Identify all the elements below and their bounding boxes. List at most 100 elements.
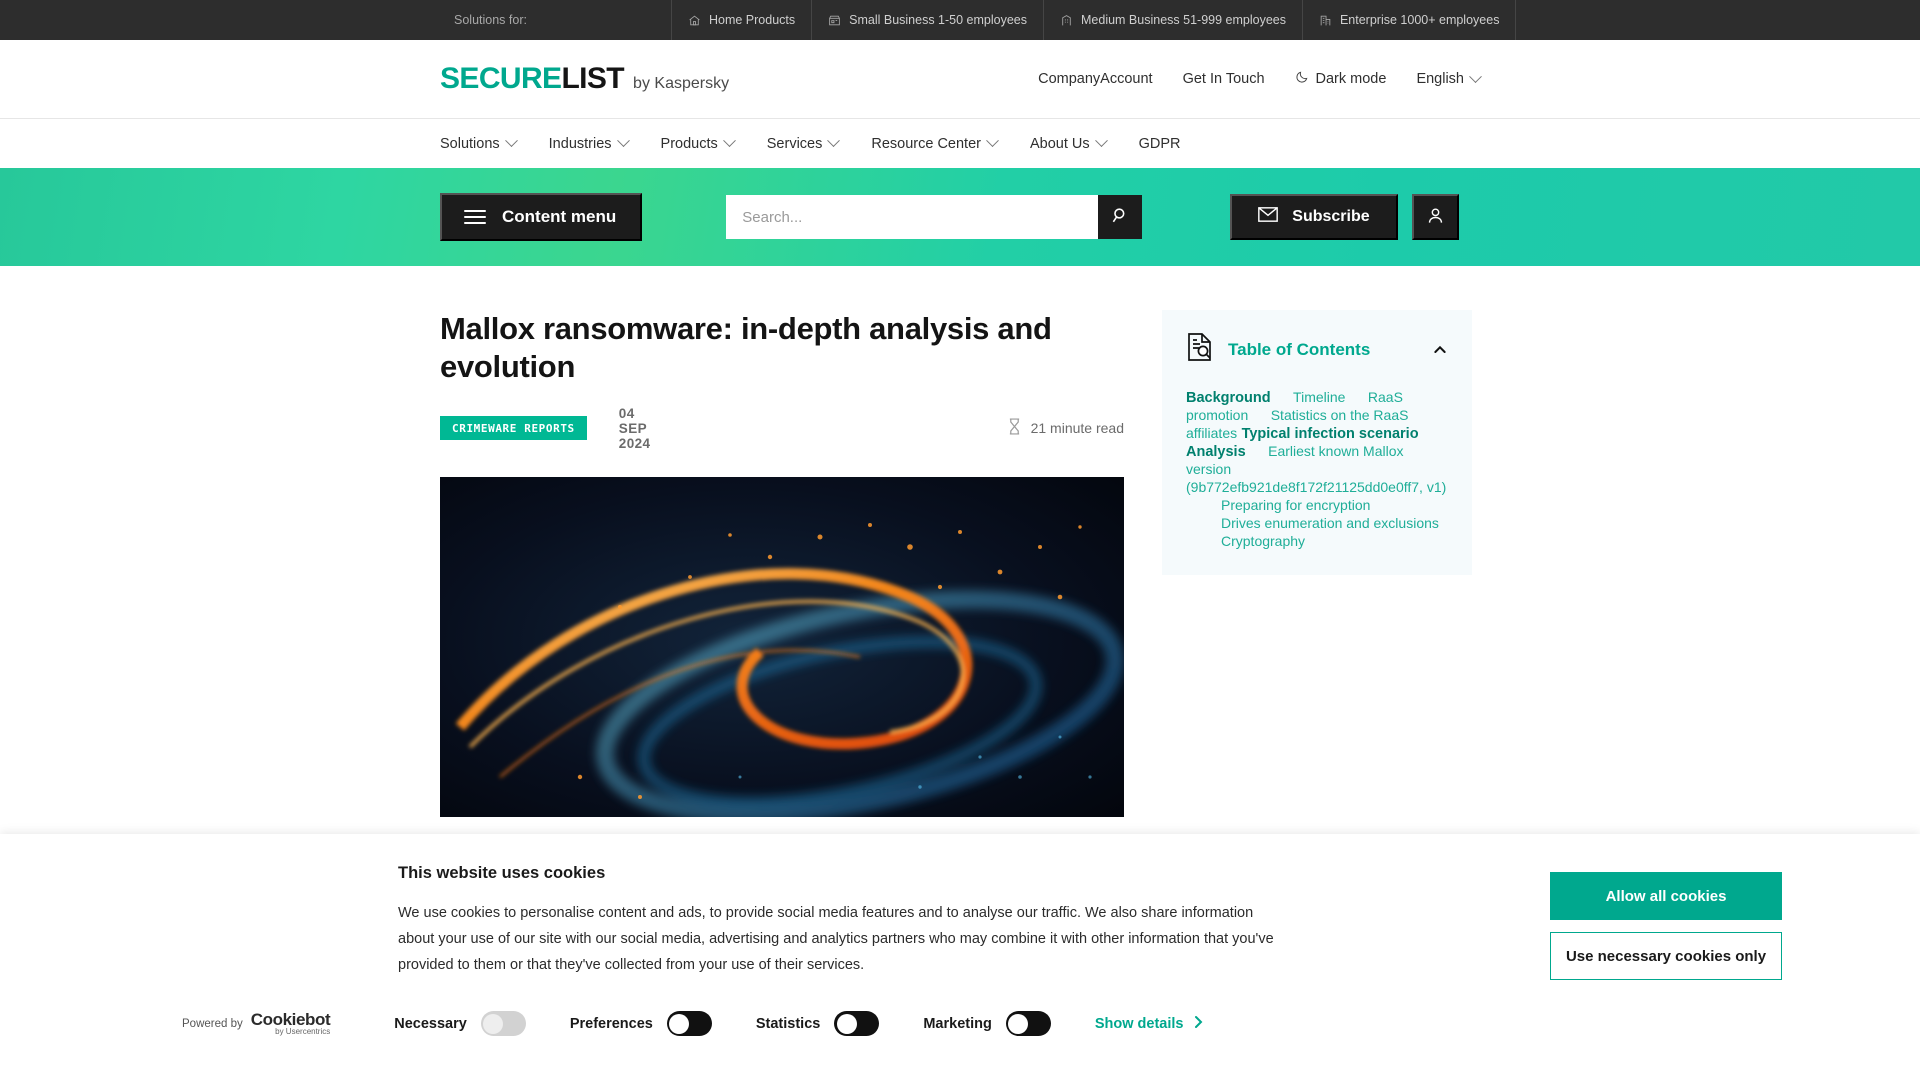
toc-header[interactable]: Table of Contents [1186, 332, 1448, 367]
nav-item-gdpr[interactable]: GDPR [1139, 136, 1181, 152]
nav-item-industries[interactable]: Industries [549, 134, 630, 152]
topbar-item-label: Home Products [708, 13, 796, 27]
language-selector[interactable]: English [1416, 69, 1482, 87]
nav-item-solutions[interactable]: Solutions [440, 134, 518, 152]
cookiebot-subtitle: by Usercentrics [275, 1027, 331, 1036]
dark-mode-toggle[interactable]: Dark mode [1295, 70, 1386, 88]
hero-artwork [440, 476, 1124, 817]
topbar-item-medium-business[interactable]: Medium Business 51-999 employees [1043, 0, 1302, 40]
chevron-down-icon [504, 134, 518, 148]
chevron-down-icon [616, 134, 630, 148]
enterprise-building-icon [1319, 14, 1332, 27]
securelist-logo[interactable]: SECURELIST by Kaspersky [440, 62, 729, 96]
cookie-toggle-necessary: Necessary [394, 1011, 526, 1036]
hourglass-icon [1008, 418, 1021, 438]
topbar-item-enterprise[interactable]: Enterprise 1000+ employees [1301, 0, 1517, 40]
show-details-label: Show details [1094, 1015, 1184, 1032]
toc-item-typical-infection-scenario[interactable]: Typical infection scenario [1242, 426, 1419, 442]
toc-item-cryptography[interactable]: Cryptography [1186, 533, 1305, 549]
content-menu-label: Content menu [502, 207, 617, 226]
cookie-controls: Powered by Cookiebot by Usercentrics Nec… [182, 1011, 1205, 1036]
main-navigation: Solutions Industries Products Services R… [0, 118, 1920, 168]
nav-item-label: Resource Center [871, 135, 981, 152]
search-input[interactable] [726, 195, 1099, 239]
nav-item-resource-center[interactable]: Resource Center [871, 134, 999, 152]
moon-icon [1295, 70, 1309, 88]
nav-item-services[interactable]: Services [766, 134, 841, 152]
nav-item-label: Products [660, 135, 718, 152]
company-account-link[interactable]: CompanyAccount [1038, 71, 1152, 87]
subscribe-button[interactable]: Subscribe [1230, 194, 1398, 240]
nav-item-label: Services [766, 135, 823, 152]
topbar-item-small-business[interactable]: Small Business 1-50 employees [811, 0, 1043, 40]
chevron-right-icon [1193, 1015, 1205, 1033]
search-toolbar: Content menu Subscribe [0, 168, 1920, 266]
cookie-banner-body: We use cookies to personalise content an… [398, 905, 1274, 973]
toggle-label: Marketing [923, 1015, 992, 1032]
preferences-switch[interactable] [666, 1011, 712, 1036]
nav-item-label: About Us [1029, 135, 1090, 152]
account-button[interactable] [1411, 194, 1459, 240]
logo-primary-text: SECURE [440, 62, 562, 95]
search-form [726, 195, 1143, 239]
chevron-down-icon [827, 134, 841, 148]
solutions-for-label: Solutions for: [454, 13, 527, 27]
cookie-toggle-marketing: Marketing [923, 1011, 1051, 1036]
user-icon [1426, 206, 1445, 228]
chevron-down-icon [986, 134, 999, 148]
toggle-label: Statistics [755, 1015, 821, 1032]
topbar-item-label: Medium Business 51-999 employees [1081, 13, 1286, 27]
chevron-down-icon [1469, 69, 1482, 83]
toc-item-drives-enumeration[interactable]: Drives enumeration and exclusions [1186, 515, 1439, 531]
toggle-label: Preferences [569, 1015, 653, 1032]
cookie-toggle-statistics: Statistics [755, 1011, 880, 1036]
cookie-action-buttons: Allow all cookies Use necessary cookies … [1550, 872, 1782, 980]
nav-item-label: GDPR [1138, 135, 1181, 152]
topbar-item-home-products[interactable]: Home Products [670, 0, 811, 40]
show-details-link[interactable]: Show details [1095, 1015, 1206, 1033]
powered-by-cookiebot: Powered by Cookiebot by Usercentrics [182, 1011, 331, 1036]
search-submit-button[interactable] [1098, 195, 1143, 239]
cookie-toggle-preferences: Preferences [570, 1011, 712, 1036]
language-label: English [1416, 71, 1464, 87]
logo-byline: by Kaspersky [633, 75, 730, 92]
nav-item-products[interactable]: Products [660, 134, 736, 152]
necessary-switch [480, 1011, 526, 1036]
article-meta: CRIMEWARE REPORTS 04 SEP 2024 21 minute … [440, 406, 1124, 451]
hamburger-icon [464, 210, 486, 224]
header-links: CompanyAccount Get In Touch Dark mode En… [1038, 69, 1482, 88]
article-hero-image [440, 476, 1124, 817]
home-icon [688, 14, 701, 27]
cookiebot-logo[interactable]: Cookiebot by Usercentrics [251, 1011, 331, 1036]
topbar-item-label: Enterprise 1000+ employees [1339, 13, 1500, 27]
chevron-down-icon [722, 134, 736, 148]
subscribe-label: Subscribe [1292, 208, 1370, 225]
chevron-up-icon[interactable] [1432, 342, 1448, 358]
use-necessary-cookies-only-button[interactable]: Use necessary cookies only [1550, 932, 1782, 980]
toc-item-preparing-for-encryption[interactable]: Preparing for encryption [1186, 497, 1370, 513]
toc-list: Background Timeline RaaS promotion Stati… [1186, 389, 1448, 551]
site-header: SECURELIST by Kaspersky CompanyAccount G… [0, 40, 1920, 118]
envelope-icon [1258, 207, 1279, 227]
toggle-label: Necessary [394, 1015, 467, 1032]
page-title: Mallox ransomware: in-depth analysis and… [440, 311, 1052, 384]
content-menu-button[interactable]: Content menu [440, 193, 643, 241]
allow-all-cookies-button[interactable]: Allow all cookies [1550, 872, 1782, 920]
statistics-switch[interactable] [834, 1011, 880, 1036]
toc-item-analysis[interactable]: Analysis [1186, 444, 1246, 460]
read-time-label: 21 minute read [1030, 420, 1124, 437]
powered-by-label: Powered by [182, 1017, 243, 1030]
category-badge[interactable]: CRIMEWARE REPORTS [440, 416, 587, 441]
toc-item-timeline[interactable]: Timeline [1275, 389, 1345, 405]
solutions-topbar: Solutions for: Home Products Small Busin… [0, 0, 1920, 40]
get-in-touch-link[interactable]: Get In Touch [1183, 71, 1265, 87]
office-building-icon [1060, 14, 1073, 27]
nav-item-label: Solutions [440, 135, 500, 152]
nav-item-about-us[interactable]: About Us [1029, 134, 1108, 152]
toc-item-background[interactable]: Background [1186, 390, 1271, 406]
table-of-contents-panel: Table of Contents Background Timeline Ra… [1162, 310, 1472, 575]
marketing-switch[interactable] [1005, 1011, 1051, 1036]
storefront-icon [828, 14, 841, 27]
publish-date: 04 SEP 2024 [618, 405, 651, 451]
